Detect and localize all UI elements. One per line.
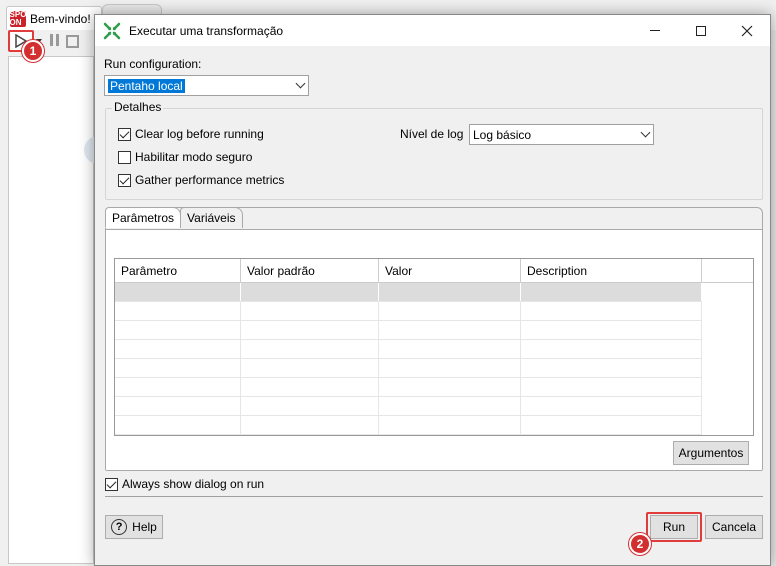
minimize-button[interactable] (632, 15, 678, 46)
checkbox-box (105, 477, 118, 491)
column-header-description[interactable]: Description (521, 259, 702, 283)
safe-mode-checkbox[interactable]: Habilitar modo seguro (118, 150, 252, 164)
parameters-table[interactable]: Parâmetro Valor padrão Valor Description (114, 258, 754, 436)
chevron-down-icon (292, 76, 308, 95)
tab-variables[interactable]: Variáveis (180, 207, 243, 228)
maximize-button[interactable] (678, 15, 724, 46)
table-row[interactable] (115, 359, 702, 378)
column-header-default-value[interactable]: Valor padrão (241, 259, 379, 283)
table-row[interactable] (115, 302, 702, 321)
table-header: Parâmetro Valor padrão Valor Description (115, 259, 753, 283)
parameters-tab-folder: Parâmetro Valor padrão Valor Description (105, 207, 763, 471)
arguments-button[interactable]: Argumentos (673, 441, 749, 465)
clear-log-label: Clear log before running (135, 127, 264, 141)
always-show-dialog-checkbox[interactable]: Always show dialog on run (105, 477, 264, 491)
help-button[interactable]: ? Help (105, 515, 163, 539)
table-row[interactable] (115, 378, 702, 397)
maximize-icon (696, 25, 706, 36)
help-icon: ? (111, 519, 128, 535)
column-header-parameter[interactable]: Parâmetro (115, 259, 241, 283)
run-button[interactable]: Run (650, 515, 698, 539)
transformation-toolbar (6, 30, 96, 52)
always-show-dialog-label: Always show dialog on run (122, 477, 265, 491)
log-level-value: Log básico (473, 127, 532, 142)
run-configuration-select[interactable]: Pentaho local (104, 75, 309, 96)
close-icon (741, 25, 753, 36)
cancel-button[interactable]: Cancela (705, 515, 763, 539)
performance-metrics-label: Gather performance metrics (135, 173, 285, 187)
stop-icon[interactable] (66, 34, 79, 48)
transformation-canvas[interactable] (8, 56, 94, 564)
minimize-icon (650, 30, 660, 31)
table-row[interactable] (115, 283, 702, 302)
checkbox-box (118, 173, 131, 187)
annotation-badge-2: 2 (629, 533, 651, 555)
performance-metrics-checkbox[interactable]: Gather performance metrics (118, 173, 284, 187)
dialog-titlebar: Executar uma transformação (95, 15, 770, 46)
tab-welcome[interactable]: SPO ON Bem-vindo! (6, 6, 102, 30)
checkbox-box (118, 150, 131, 164)
close-button[interactable] (724, 15, 770, 46)
footer-separator (105, 496, 763, 497)
run-configuration-label: Run configuration: (104, 57, 202, 71)
tab-welcome-label: Bem-vindo! (30, 11, 91, 26)
column-header-value[interactable]: Valor (379, 259, 521, 283)
annotation-badge-1: 1 (22, 40, 44, 62)
transformation-icon (103, 22, 121, 40)
details-group-label: Detalhes (112, 100, 164, 114)
run-transformation-dialog: Executar uma transformação Run configura… (94, 14, 771, 566)
log-level-label: Nível de log (400, 127, 464, 141)
log-level-select[interactable]: Log básico (469, 124, 654, 145)
pause-icon[interactable] (48, 34, 60, 48)
checkbox-box (118, 127, 131, 141)
dialog-title: Executar uma transformação (129, 23, 284, 38)
table-row[interactable] (115, 340, 702, 359)
spoon-app-icon: SPO ON (9, 9, 27, 27)
tab-strip: Parâmetros Variáveis (105, 207, 243, 229)
table-row[interactable] (115, 321, 702, 340)
parameters-tab-content: Parâmetro Valor padrão Valor Description (106, 229, 762, 470)
table-row[interactable] (115, 397, 702, 416)
clear-log-checkbox[interactable]: Clear log before running (118, 127, 264, 141)
run-configuration-value: Pentaho local (108, 78, 185, 93)
chevron-down-icon (637, 125, 653, 144)
tab-parameters[interactable]: Parâmetros (105, 207, 182, 228)
help-button-label: Help (132, 520, 157, 534)
safe-mode-label: Habilitar modo seguro (135, 150, 253, 164)
table-row[interactable] (115, 416, 702, 435)
column-header-filler (702, 259, 753, 283)
